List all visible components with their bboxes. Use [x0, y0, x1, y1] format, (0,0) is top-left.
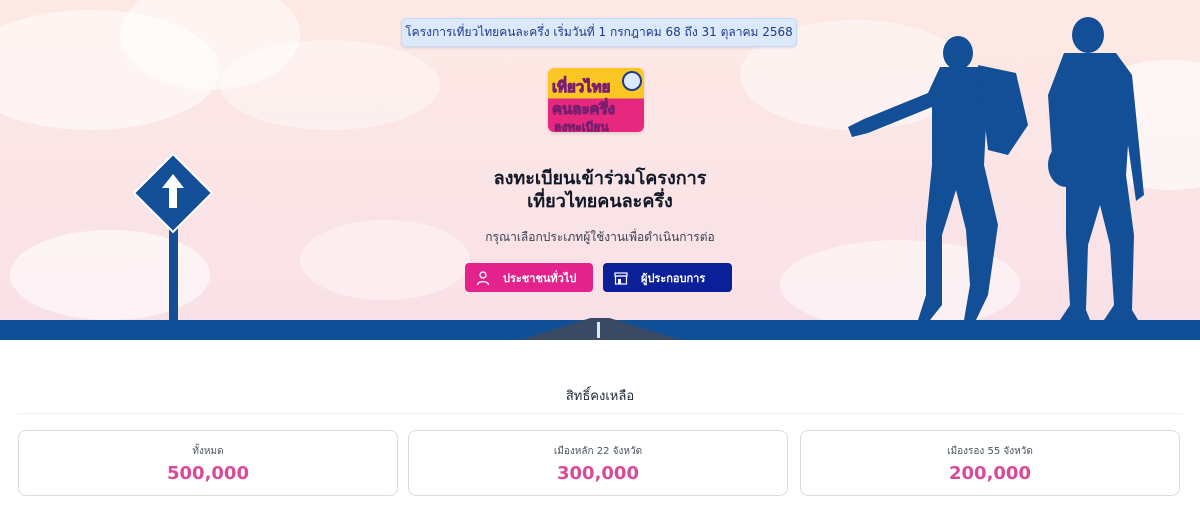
quota-section-title: สิทธิ์คงเหลือ: [565, 389, 635, 404]
person-badge-icon: [622, 71, 642, 91]
page-title: ลงทะเบียนเข้าร่วมโครงการ เที่ยวไทยคนละคร…: [493, 168, 707, 212]
citizen-button-label: ประชาชนทั่วไป: [503, 271, 577, 285]
quota-card-total: ทั้งหมด 500,000: [18, 430, 398, 496]
business-register-button[interactable]: ผู้ประกอบการ: [603, 263, 732, 292]
quota-card-secondary-cities: เมืองรอง 55 จังหวัด 200,000: [800, 430, 1180, 496]
section-divider: [18, 413, 1182, 414]
announcement-banner: โครงการเที่ยวไทยคนละครึ่ง เริ่มวันที่ 1 …: [401, 18, 797, 47]
program-logo: เที่ยวไทย คนละครึ่ง ลงทะเบียน: [548, 68, 644, 132]
hitchhikers-silhouette: [848, 17, 1144, 320]
page-subtitle: กรุณาเลือกประเภทผู้ใช้งานเพื่อดำเนินการต…: [485, 230, 715, 244]
user-icon: [475, 270, 491, 286]
quota-card-main-cities: เมืองหลัก 22 จังหวัด 300,000: [408, 430, 788, 496]
store-icon: [613, 270, 629, 286]
road-sign-illustration: [132, 152, 214, 324]
business-button-label: ผู้ประกอบการ: [641, 271, 706, 285]
citizen-register-button[interactable]: ประชาชนทั่วไป: [465, 263, 593, 292]
